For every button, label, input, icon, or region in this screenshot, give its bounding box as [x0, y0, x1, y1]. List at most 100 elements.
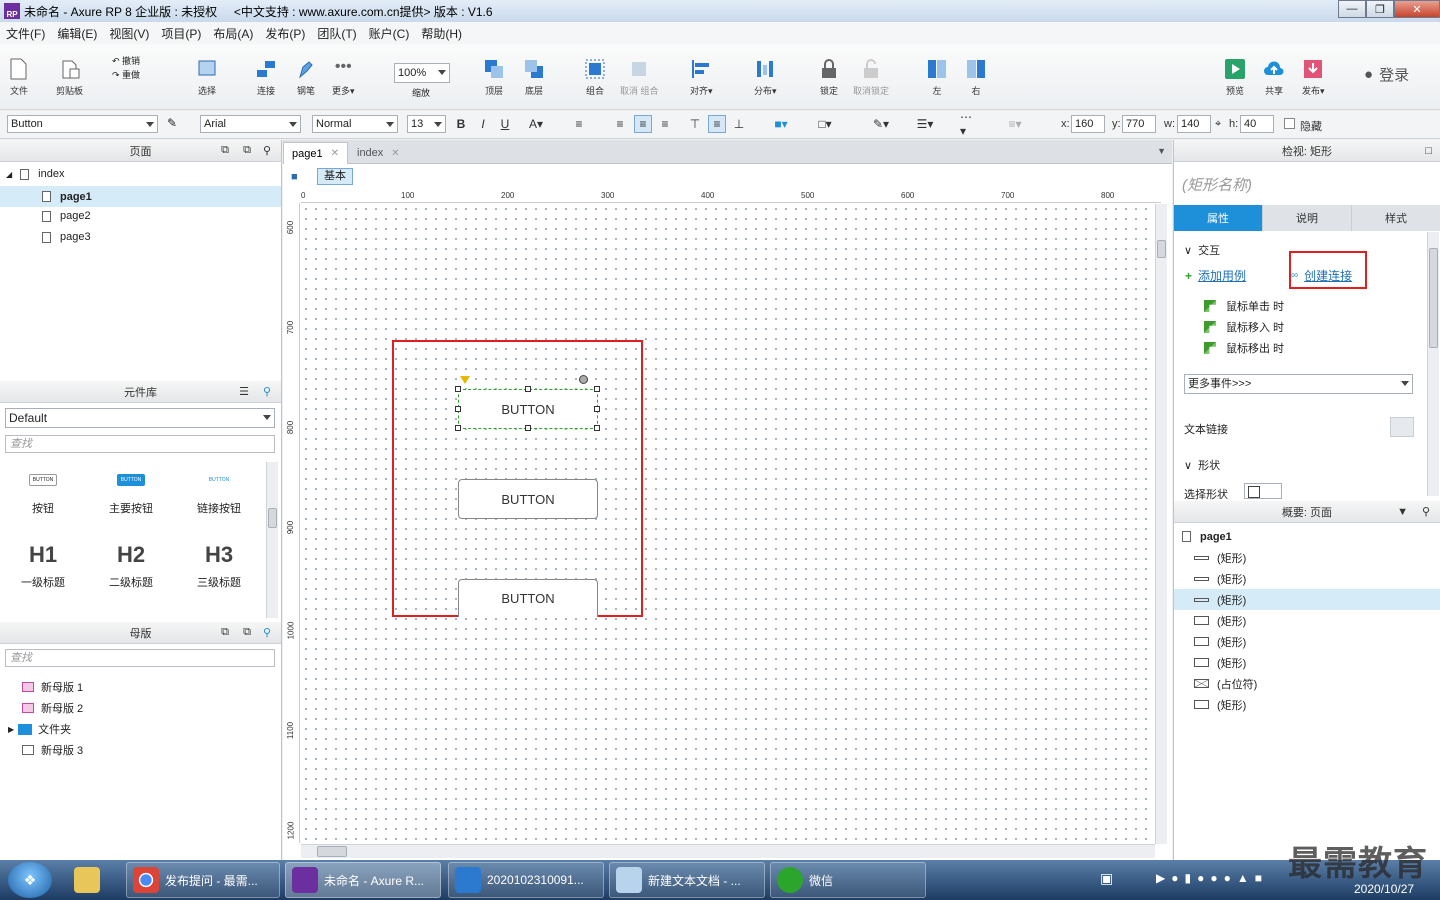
select-tool-button[interactable]: 选择 — [196, 58, 218, 97]
inspector-scroll-thumb[interactable] — [1429, 248, 1438, 348]
widget-h3[interactable]: H3 三级标题 — [179, 542, 259, 590]
hidden-checkbox[interactable] — [1284, 118, 1295, 129]
page-item-page2[interactable]: page2 — [42, 210, 91, 222]
line-style-icon[interactable]: ⋯▾ — [960, 110, 978, 138]
library-scroll-thumb[interactable] — [268, 508, 277, 528]
distribute-button[interactable]: 分布▾ — [754, 58, 777, 97]
underline-button[interactable]: U — [496, 115, 514, 133]
inspector-scrollbar[interactable] — [1427, 232, 1439, 496]
resize-handle[interactable] — [594, 406, 600, 412]
preview-button[interactable]: 预览 — [1224, 58, 1246, 97]
tab-index[interactable]: index ✕ — [349, 142, 408, 164]
chrome-taskbar-button[interactable]: 发布提问 - 最需... — [126, 862, 280, 898]
connect-tool-button[interactable]: 连接 — [255, 58, 277, 97]
widget-button[interactable]: BUTTON 按钮 — [3, 474, 83, 516]
shadow-icon[interactable]: □▾ — [816, 115, 834, 133]
adaptive-icon[interactable]: ■ — [291, 171, 298, 183]
menu-file[interactable]: 文件(F) — [6, 25, 45, 42]
menu-team[interactable]: 团队(T) — [317, 25, 356, 42]
menu-account[interactable]: 账户(C) — [369, 25, 410, 42]
align-center-icon[interactable]: ≡ — [634, 115, 652, 133]
font-style-select[interactable]: Normal — [312, 115, 398, 133]
lock-ratio-icon[interactable]: ⌖ — [1215, 118, 1221, 131]
outline-item[interactable]: (矩形) — [1174, 652, 1440, 673]
masters-search-input[interactable]: 查找 — [5, 649, 275, 667]
login-button[interactable]: ● 登录 — [1364, 64, 1409, 85]
shape-name-input[interactable]: (矩形名称) — [1182, 174, 1252, 195]
align-top-icon[interactable]: ⊤ — [686, 115, 704, 133]
pen-tool-button[interactable]: 钢笔 — [295, 58, 317, 97]
fill-color-icon[interactable]: ■▾ — [772, 115, 790, 133]
outline-item[interactable]: (矩形) — [1174, 610, 1440, 631]
h-input[interactable]: 40 — [1240, 115, 1274, 133]
more-tools-button[interactable]: ••• 更多▾ — [332, 58, 355, 97]
undo-button[interactable]: ↶ 撤销 — [112, 54, 140, 68]
canvas-button-2[interactable]: BUTTON — [458, 479, 598, 519]
tab-notes[interactable]: 说明 — [1263, 205, 1352, 231]
master-item-2[interactable]: 新母版 2 — [22, 700, 83, 716]
close-button[interactable]: ✕ — [1394, 0, 1440, 18]
canvas-scroll-thumb[interactable] — [1157, 240, 1166, 258]
menu-icon[interactable]: ☰ — [239, 385, 249, 398]
canvas-hscroll-thumb[interactable] — [317, 846, 347, 857]
master-folder[interactable]: ▶ 文件夹 — [8, 721, 71, 737]
tab-style[interactable]: 样式 — [1352, 205, 1440, 231]
align-middle-icon[interactable]: ≡ — [708, 115, 726, 133]
close-tab-icon[interactable]: ✕ — [391, 148, 399, 159]
widget-primary-button[interactable]: BUTTON 主要按钮 — [91, 474, 171, 516]
search-icon[interactable]: ⚲ — [263, 385, 271, 398]
corner-radius-handle-icon[interactable] — [460, 376, 470, 384]
canvas-horizontal-scrollbar[interactable] — [301, 844, 1155, 858]
widget-link-button[interactable]: BUTTON 链接按钮 — [179, 474, 259, 516]
align-left-icon[interactable]: ≡ — [611, 115, 629, 133]
share-button[interactable]: 共享 — [1263, 58, 1285, 97]
outline-item[interactable]: (矩形) — [1174, 631, 1440, 652]
font-size-select[interactable]: 13 — [407, 115, 446, 133]
add-case-link[interactable]: + 添加用例 — [1185, 267, 1246, 284]
outline-item[interactable]: (矩形) — [1174, 694, 1440, 715]
italic-button[interactable]: I — [474, 115, 492, 133]
widget-h1[interactable]: H1 一级标题 — [3, 542, 83, 590]
page-item-page1[interactable]: page1 — [0, 186, 281, 207]
search-icon[interactable]: ⚲ — [263, 144, 271, 157]
minimize-button[interactable]: — — [1338, 0, 1366, 18]
align-right-icon[interactable]: ≡ — [656, 115, 674, 133]
wechat-taskbar-button[interactable]: 微信 — [770, 862, 926, 898]
line-width-icon[interactable]: ☰▾ — [916, 115, 934, 133]
filter-icon[interactable]: ▼ — [1397, 506, 1408, 518]
adaptive-view-base[interactable]: 基本 — [317, 168, 353, 185]
video-taskbar-button[interactable]: 2020102310091... — [448, 862, 604, 898]
event-onclick[interactable]: 鼠标单击 时 — [1204, 298, 1284, 314]
zoom-select[interactable]: 100% — [394, 63, 450, 83]
more-events-select[interactable]: 更多事件>>> — [1184, 374, 1413, 394]
left-button[interactable]: 左 — [926, 58, 948, 97]
maximize-button[interactable]: ❐ — [1366, 0, 1394, 18]
tray-icons[interactable]: ▶●▮●●●▲■ — [1156, 871, 1268, 885]
add-page-icon[interactable]: ⧉ — [221, 144, 229, 157]
master-item-3[interactable]: 新母版 3 — [22, 742, 83, 758]
resize-handle[interactable] — [594, 386, 600, 392]
shape-picker[interactable] — [1244, 483, 1282, 499]
outline-item[interactable]: (矩形) — [1174, 568, 1440, 589]
axure-taskbar-button[interactable]: 未命名 - Axure R... — [285, 862, 441, 898]
event-mouseenter[interactable]: 鼠标移入 时 — [1204, 319, 1284, 335]
shape-section[interactable]: ∨ 形状 — [1184, 457, 1220, 473]
menu-help[interactable]: 帮助(H) — [421, 25, 462, 42]
page-item-page3[interactable]: page3 — [42, 231, 91, 243]
search-icon[interactable]: ⚲ — [263, 626, 271, 639]
outline-root[interactable]: page1 — [1174, 526, 1440, 547]
outline-item[interactable]: (矩形) — [1174, 547, 1440, 568]
search-icon[interactable]: ⚲ — [1422, 505, 1430, 518]
style-edit-icon[interactable]: ✎ — [167, 116, 177, 130]
canvas-button-3[interactable]: BUTTON — [458, 579, 598, 617]
font-family-select[interactable]: Arial — [200, 115, 301, 133]
canvas-button-selected[interactable]: BUTTON — [458, 389, 598, 429]
notes-icon[interactable]: □ — [1425, 145, 1432, 157]
x-input[interactable]: 160 — [1071, 115, 1105, 133]
interaction-section[interactable]: ∨ 交互 — [1184, 242, 1220, 258]
widget-style-select[interactable]: Button — [7, 115, 158, 133]
rotate-handle-icon[interactable] — [579, 375, 588, 384]
arrow-style-icon[interactable]: ≡▾ — [1006, 115, 1024, 133]
outline-item-selected[interactable]: (矩形) — [1174, 589, 1440, 610]
ungroup-button[interactable]: 取消 组合 — [620, 58, 659, 97]
